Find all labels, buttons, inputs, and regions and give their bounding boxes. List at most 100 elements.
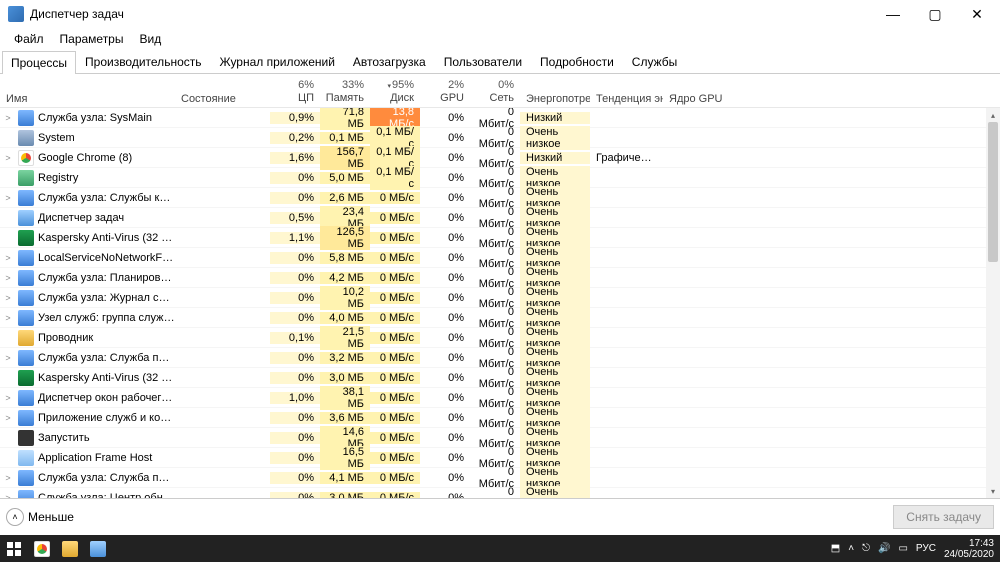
disk-cell: 0 МБ/с [370,392,420,404]
memory-cell: 5,0 МБ [320,172,370,184]
memory-cell: 0,1 МБ [320,132,370,144]
process-icon [18,210,34,226]
header-memory[interactable]: 33%Память [320,79,370,105]
expand-icon[interactable]: > [2,493,14,499]
header-gpu[interactable]: 0%Сеть [470,79,520,105]
tray-volume-icon[interactable]: 🔊 [878,543,890,554]
process-row[interactable]: >Служба узла: Центр обновлен...0%3,0 МБ0… [0,488,986,498]
start-button[interactable] [0,542,28,556]
process-name: Registry [38,172,175,184]
tray-wifi-icon[interactable]: ⎋ [862,543,870,554]
expand-icon[interactable]: > [2,413,14,423]
expand-icon[interactable]: > [2,353,14,363]
tray-language[interactable]: РУС [916,543,936,554]
scroll-up-icon[interactable]: ▴ [986,108,1000,122]
taskbar-explorer-icon[interactable] [56,535,84,562]
maximize-button[interactable]: ▢ [914,0,956,28]
cpu-cell: 0% [270,372,320,384]
memory-cell: 126,5 МБ [320,226,370,250]
process-name: Служба узла: Планировщик з... [38,272,175,284]
cpu-cell: 0% [270,472,320,484]
disk-cell: 0,1 МБ/с [370,166,420,190]
header-cpu[interactable]: 6%ЦП [270,79,320,105]
disk-cell: 0 МБ/с [370,412,420,424]
scroll-thumb[interactable] [988,122,998,262]
expand-icon[interactable]: > [2,193,14,203]
process-name: Google Chrome (8) [38,152,175,164]
expand-icon[interactable]: > [2,293,14,303]
expand-icon[interactable]: > [2,393,14,403]
tab-2[interactable]: Журнал приложений [211,50,344,73]
end-task-button[interactable]: Снять задачу [893,505,994,529]
tabbar: ПроцессыПроизводительностьЖурнал приложе… [0,50,1000,74]
expand-icon[interactable]: > [2,253,14,263]
memory-cell: 3,2 МБ [320,352,370,364]
menu-2[interactable]: Вид [131,30,169,48]
scroll-down-icon[interactable]: ▾ [986,484,1000,498]
tray-battery-icon[interactable]: ▭ [898,543,907,554]
process-icon [18,190,34,206]
tab-0[interactable]: Процессы [2,51,76,74]
tab-1[interactable]: Производительность [76,50,210,73]
fewer-details-button[interactable]: ˄ Меньше [6,508,74,526]
memory-cell: 4,1 МБ [320,472,370,484]
cpu-cell: 0,9% [270,112,320,124]
gpu-cell: 0% [420,432,470,444]
process-name: Узел служб: группа служб Uni... [38,312,175,324]
process-icon [18,350,34,366]
scrollbar[interactable]: ▴ ▾ [986,108,1000,498]
memory-cell: 10,2 МБ [320,286,370,310]
taskbar-clock[interactable]: 17:43 24/05/2020 [944,538,994,560]
disk-cell: 0 МБ/с [370,272,420,284]
power-cell: Низкий [520,152,590,164]
tab-4[interactable]: Пользователи [435,50,531,73]
memory-cell: 16,5 МБ [320,446,370,470]
expand-icon[interactable]: > [2,313,14,323]
menu-1[interactable]: Параметры [52,30,132,48]
memory-cell: 3,0 МБ [320,492,370,499]
expand-icon[interactable]: > [2,153,14,163]
gpu-cell: 0% [420,352,470,364]
header-power[interactable]: Энергопотре... [520,74,590,105]
sort-icon: ▾ [387,83,391,90]
disk-cell: 0 МБ/с [370,432,420,444]
tab-3[interactable]: Автозагрузка [344,50,435,73]
tab-5[interactable]: Подробности [531,50,623,73]
header-engine[interactable]: Ядро GPU [663,74,733,105]
disk-cell: 0 МБ/с [370,372,420,384]
minimize-button[interactable]: — [872,0,914,28]
cpu-cell: 0,2% [270,132,320,144]
cpu-cell: 0% [270,192,320,204]
taskbar-taskmgr-icon[interactable] [84,535,112,562]
disk-cell: 0 МБ/с [370,332,420,344]
menu-0[interactable]: Файл [6,30,52,48]
expand-icon[interactable]: > [2,473,14,483]
process-icon [18,470,34,486]
tray-app-icon[interactable]: ⬒ [831,543,840,554]
cpu-cell: 1,1% [270,232,320,244]
process-name: Приложение служб и контрол... [38,412,175,424]
chevron-up-icon: ˄ [6,508,24,526]
tray-chevron-icon[interactable]: ˄ [848,543,854,554]
expand-icon[interactable]: > [2,273,14,283]
disk-cell: 0 МБ/с [370,292,420,304]
header-net[interactable]: 2%GPU [420,79,470,105]
footer: ˄ Меньше Снять задачу [0,498,1000,535]
close-button[interactable]: ✕ [956,0,998,28]
header-status[interactable]: Состояние [175,74,270,105]
gpu-cell: 0% [420,452,470,464]
expand-icon[interactable]: > [2,113,14,123]
titlebar: Диспетчер задач — ▢ ✕ [0,0,1000,28]
gpu-cell: 0% [420,492,470,499]
taskbar-chrome-icon[interactable] [28,535,56,562]
header-name[interactable]: Имя [0,74,175,105]
memory-cell: 156,7 МБ [320,146,370,170]
tab-6[interactable]: Службы [623,50,686,73]
trend-cell: Графическ... [590,152,663,164]
cpu-cell: 0% [270,412,320,424]
gpu-cell: 0% [420,132,470,144]
header-trend[interactable]: Тенденция эн... [590,74,663,105]
header-disk[interactable]: ▾95%Диск [370,79,420,105]
memory-cell: 71,8 МБ [320,108,370,130]
cpu-cell: 0% [270,252,320,264]
